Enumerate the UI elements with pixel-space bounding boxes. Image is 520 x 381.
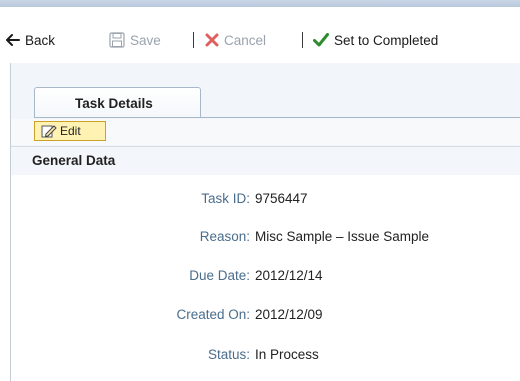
toolbar-separator xyxy=(193,32,194,48)
tab-task-details[interactable]: Task Details xyxy=(34,87,201,118)
field-row-created-on: Created On: 2012/12/09 xyxy=(11,307,520,327)
field-value: 2012/12/14 xyxy=(255,268,323,283)
field-label: Reason: xyxy=(199,229,250,244)
field-label: Status: xyxy=(207,347,250,362)
floppy-disk-icon xyxy=(109,32,125,48)
checkmark-icon xyxy=(313,33,329,47)
tab-label: Task Details xyxy=(75,96,153,111)
cross-icon xyxy=(205,33,219,47)
field-label: Task ID: xyxy=(201,191,250,206)
tab-strip-border xyxy=(34,117,520,118)
field-label: Due Date: xyxy=(189,268,250,283)
field-row-status: Status: In Process xyxy=(11,347,520,367)
field-label: Created On: xyxy=(176,307,250,322)
cancel-label: Cancel xyxy=(224,32,267,48)
back-button[interactable]: Back xyxy=(6,31,55,49)
field-value: In Process xyxy=(255,347,319,362)
section-title: General Data xyxy=(32,153,116,168)
action-bar: Edit xyxy=(11,119,520,145)
top-frame-bar xyxy=(0,0,520,7)
section-header: General Data xyxy=(11,146,520,176)
arrow-left-icon xyxy=(6,34,20,46)
field-value: Misc Sample – Issue Sample xyxy=(255,229,430,244)
pencil-edit-icon xyxy=(41,124,57,138)
save-label: Save xyxy=(130,32,161,48)
set-to-completed-button[interactable]: Set to Completed xyxy=(313,31,438,49)
field-value: 9756447 xyxy=(255,191,308,206)
edit-button[interactable]: Edit xyxy=(34,121,106,141)
toolbar: Back Save Cancel Set to Completed xyxy=(0,7,520,63)
field-row-due-date: Due Date: 2012/12/14 xyxy=(11,268,520,288)
main-content: Task Details Edit General Data Task ID: … xyxy=(10,63,520,381)
general-data-form: Task ID: 9756447 Reason: Misc Sample – I… xyxy=(11,175,520,381)
tab-strip: Task Details xyxy=(11,63,520,118)
save-button[interactable]: Save xyxy=(109,31,161,49)
field-value: 2012/12/09 xyxy=(255,307,323,322)
edit-label: Edit xyxy=(60,124,81,138)
field-row-task-id: Task ID: 9756447 xyxy=(11,191,520,211)
back-label: Back xyxy=(25,32,56,48)
toolbar-separator xyxy=(302,32,303,48)
set-to-completed-label: Set to Completed xyxy=(334,32,439,48)
field-row-reason: Reason: Misc Sample – Issue Sample xyxy=(11,229,520,249)
cancel-button[interactable]: Cancel xyxy=(205,31,266,49)
